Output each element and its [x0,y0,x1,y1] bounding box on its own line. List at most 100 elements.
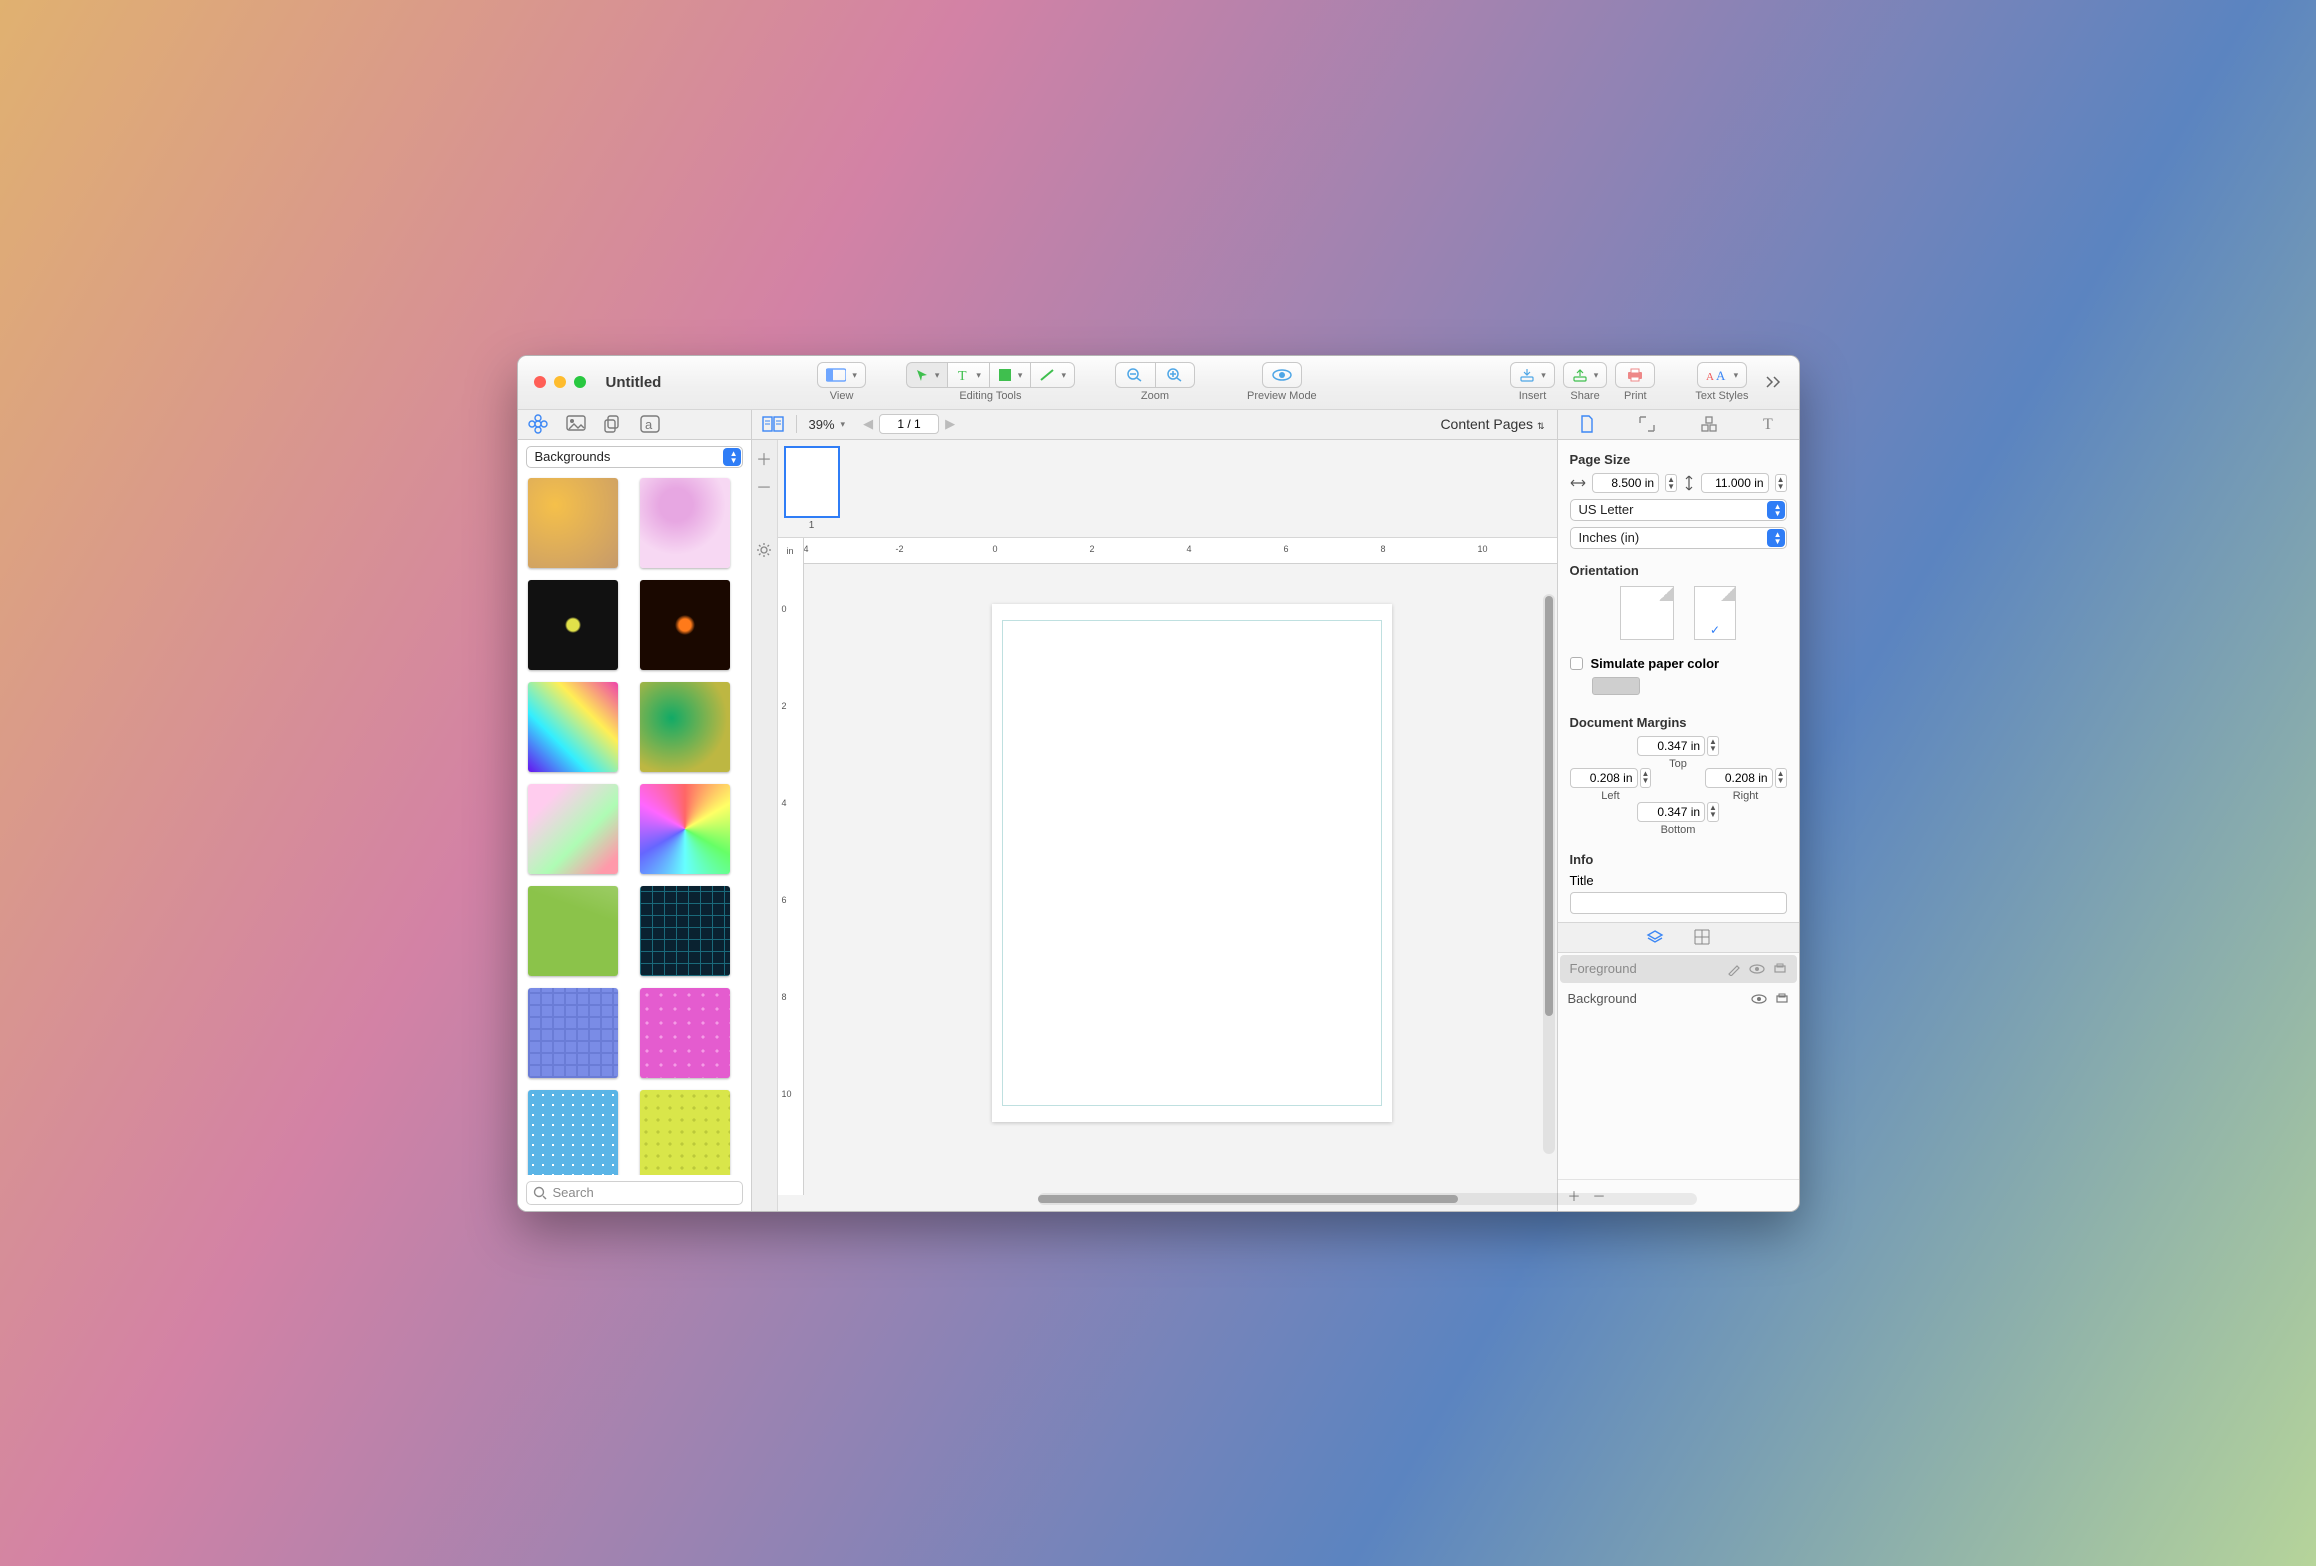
shape-tool-button[interactable]: ▾ [989,362,1031,388]
height-stepper[interactable]: ▲▼ [1775,474,1787,492]
printer-icon[interactable] [1773,963,1787,975]
image-icon[interactable] [566,415,586,433]
canvas-area: ＋ － 1 in 4 -2 0 2 4 [752,440,1557,1211]
page[interactable] [992,604,1392,1122]
text-styles-button[interactable]: AA ▾ [1697,362,1748,388]
select-tool-button[interactable]: ▾ [906,362,948,388]
bg-thumb[interactable] [640,1090,730,1175]
simulate-label: Simulate paper color [1591,656,1720,671]
prev-page-button[interactable]: ◀ [863,416,873,432]
margin-bottom-stepper[interactable]: ▲▼ [1707,802,1719,822]
share-button[interactable]: ▾ [1563,362,1608,388]
titlebar: Untitled ▾ View ▾ T ▾ [518,356,1799,410]
bg-thumb[interactable] [640,580,730,670]
bg-thumb[interactable] [528,988,618,1078]
page-thumbnail[interactable]: 1 [784,446,840,531]
width-stepper[interactable]: ▲▼ [1665,474,1677,492]
zoom-out-gutter[interactable]: － [756,474,772,498]
glyph-icon[interactable]: a [640,415,660,433]
zoom-out-button[interactable] [1115,362,1155,388]
document-tab-icon[interactable] [1579,415,1595,433]
viewport[interactable] [804,564,1557,1195]
horizontal-scrollbar[interactable] [1038,1193,1697,1205]
layer-background[interactable]: Background [1558,985,1799,1013]
overflow-button[interactable] [1757,375,1791,389]
margin-right-field[interactable]: 0.208 in [1705,768,1773,788]
eye-icon[interactable] [1751,993,1767,1005]
backgrounds-select[interactable]: Backgrounds ▲▼ [526,446,743,468]
width-field[interactable]: 8.500 in [1592,473,1660,493]
copy-icon[interactable] [604,415,622,433]
height-field[interactable]: 11.000 in [1701,473,1769,493]
printer-icon [1626,368,1644,382]
background-thumbnails [518,474,751,1175]
margin-top-field[interactable]: 0.347 in [1637,736,1705,756]
next-page-button[interactable]: ▶ [945,416,955,432]
width-icon [1570,477,1586,489]
chevron-down-icon: ▾ [1018,370,1023,381]
grid-icon[interactable] [1694,929,1710,945]
simulate-checkbox[interactable] [1570,657,1583,670]
ruler-unit: in [778,538,804,564]
margin-top-stepper[interactable]: ▲▼ [1707,736,1719,756]
align-tab-icon[interactable] [1700,415,1718,433]
search-icon [533,1186,547,1200]
close-icon[interactable] [534,376,546,388]
margin-left-stepper[interactable]: ▲▼ [1640,768,1652,788]
margin-right-stepper[interactable]: ▲▼ [1775,768,1787,788]
minimize-icon[interactable] [554,376,566,388]
bg-thumb[interactable] [528,580,618,670]
browse-mode-icon[interactable] [762,415,784,433]
line-tool-button[interactable]: ▾ [1030,362,1075,388]
window-title: Untitled [606,374,662,391]
zoom-in-button[interactable] [1155,362,1195,388]
view-button[interactable]: ▾ [817,362,866,388]
bg-thumb[interactable] [528,784,618,874]
inspector: Page Size 8.500 in ▲▼ 11.000 in ▲▼ US Le… [1557,440,1799,1211]
paper-color-swatch[interactable] [1592,677,1640,695]
gear-icon[interactable] [756,542,772,558]
text-tool-button[interactable]: T ▾ [947,362,989,388]
layers-icon[interactable] [1646,929,1664,945]
bg-thumb[interactable] [528,1090,618,1175]
zoom-field[interactable]: 39%▾ [809,417,846,432]
insert-button[interactable]: ▾ [1510,362,1555,388]
preview-button[interactable] [1262,362,1302,388]
left-tabs: a [518,410,752,439]
portrait-button[interactable]: ✓ [1694,586,1736,640]
body: Backgrounds ▲▼ [518,440,1799,1211]
paper-size-select[interactable]: US Letter▲▼ [1570,499,1787,521]
margin-left-field[interactable]: 0.208 in [1570,768,1638,788]
zoom-in-gutter[interactable]: ＋ [756,446,772,470]
search-input[interactable]: Search [526,1181,743,1205]
print-label: Print [1624,390,1647,402]
bg-thumb[interactable] [640,886,730,976]
bg-thumb[interactable] [528,682,618,772]
text-tab-icon[interactable]: T [1761,415,1777,433]
bg-thumb[interactable] [640,478,730,568]
print-button[interactable] [1615,362,1655,388]
dimensions-tab-icon[interactable] [1638,415,1656,433]
bg-thumb[interactable] [528,886,618,976]
info-title: Info [1570,852,1787,867]
flower-icon[interactable] [528,414,548,434]
content-pages-select[interactable]: Content Pages ⇅ [1440,416,1544,432]
landscape-button[interactable] [1620,586,1674,640]
page-number-field[interactable] [879,414,939,434]
units-select[interactable]: Inches (in)▲▼ [1570,527,1787,549]
chevron-down-icon: ▾ [1734,370,1739,381]
margins-title: Document Margins [1570,715,1787,730]
maximize-icon[interactable] [574,376,586,388]
title-field[interactable] [1570,892,1787,914]
pencil-icon[interactable] [1727,962,1741,976]
bg-thumb[interactable] [528,478,618,568]
vertical-scrollbar[interactable] [1543,594,1555,1154]
bg-thumb[interactable] [640,988,730,1078]
layer-foreground[interactable]: Foreground [1560,955,1797,983]
chevron-down-icon: ▾ [841,419,846,430]
margin-bottom-field[interactable]: 0.347 in [1637,802,1705,822]
printer-icon[interactable] [1775,993,1789,1005]
bg-thumb[interactable] [640,682,730,772]
bg-thumb[interactable] [640,784,730,874]
eye-icon[interactable] [1749,963,1765,975]
